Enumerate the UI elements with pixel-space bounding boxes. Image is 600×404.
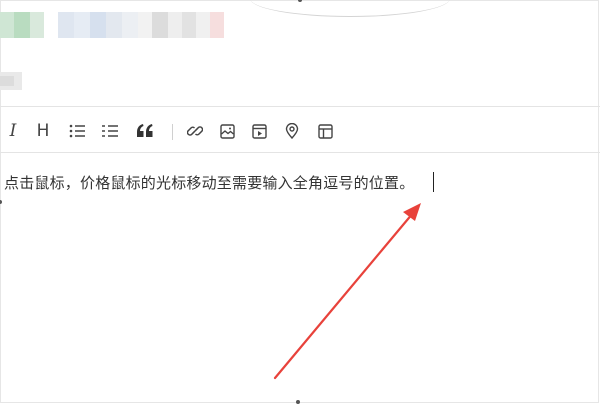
- annotation-arrow: [273, 203, 421, 380]
